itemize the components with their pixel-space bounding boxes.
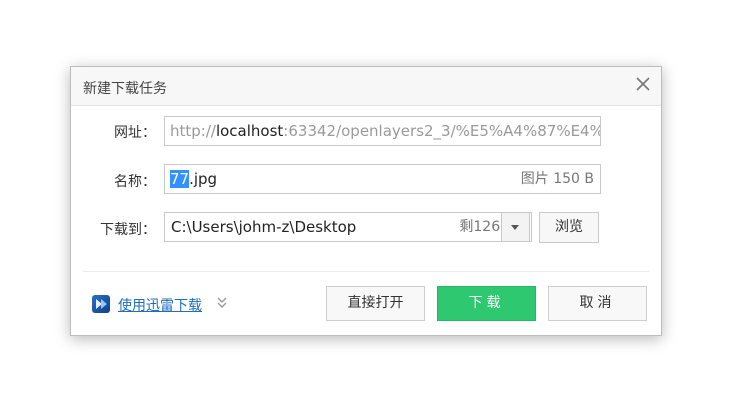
download-button[interactable]: 下载: [437, 286, 536, 321]
url-prefix: http://: [170, 122, 216, 140]
filename-field[interactable]: 77.jpg 图片 150 B: [164, 164, 601, 194]
url-host: localhost: [215, 122, 284, 140]
file-size: 150 B: [553, 171, 594, 187]
browse-button[interactable]: 浏览: [539, 212, 599, 243]
file-info: 图片 150 B: [521, 165, 594, 193]
url-field[interactable]: http://localhost:63342/openlayers2_3/%E5…: [164, 116, 601, 146]
filename-selected-text: 77: [170, 170, 190, 188]
dialog-title: 新建下载任务: [83, 81, 167, 97]
save-to-label: 下载到：: [100, 222, 156, 238]
url-label: 网址：: [114, 125, 156, 141]
save-directory-field[interactable]: C:\Users\johm-z\Desktop 剩126 GB: [164, 212, 532, 242]
file-type: 图片: [520, 171, 549, 187]
cancel-button[interactable]: 取消: [548, 286, 647, 321]
close-icon[interactable]: [633, 74, 653, 94]
title-bar: 新建下载任务: [71, 67, 661, 106]
filename-extension: .jpg: [189, 170, 218, 188]
new-download-dialog: 新建下载任务 网址： http://localhost:63342/openla…: [70, 66, 662, 336]
divider: [83, 271, 649, 272]
directory-dropdown-button[interactable]: [501, 212, 530, 242]
open-directly-button[interactable]: 直接打开: [326, 286, 425, 321]
name-label: 名称：: [114, 174, 156, 190]
url-rest: :63342/openlayers2_3/%E5%A4%87%E4%B: [283, 122, 601, 140]
xunlei-logo-icon: [92, 295, 110, 313]
triangle-down-icon: [511, 225, 519, 230]
double-chevron-down-icon[interactable]: [216, 295, 228, 312]
save-directory-path: C:\Users\johm-z\Desktop: [171, 218, 357, 236]
use-xunlei-link[interactable]: 使用迅雷下载: [118, 295, 202, 315]
